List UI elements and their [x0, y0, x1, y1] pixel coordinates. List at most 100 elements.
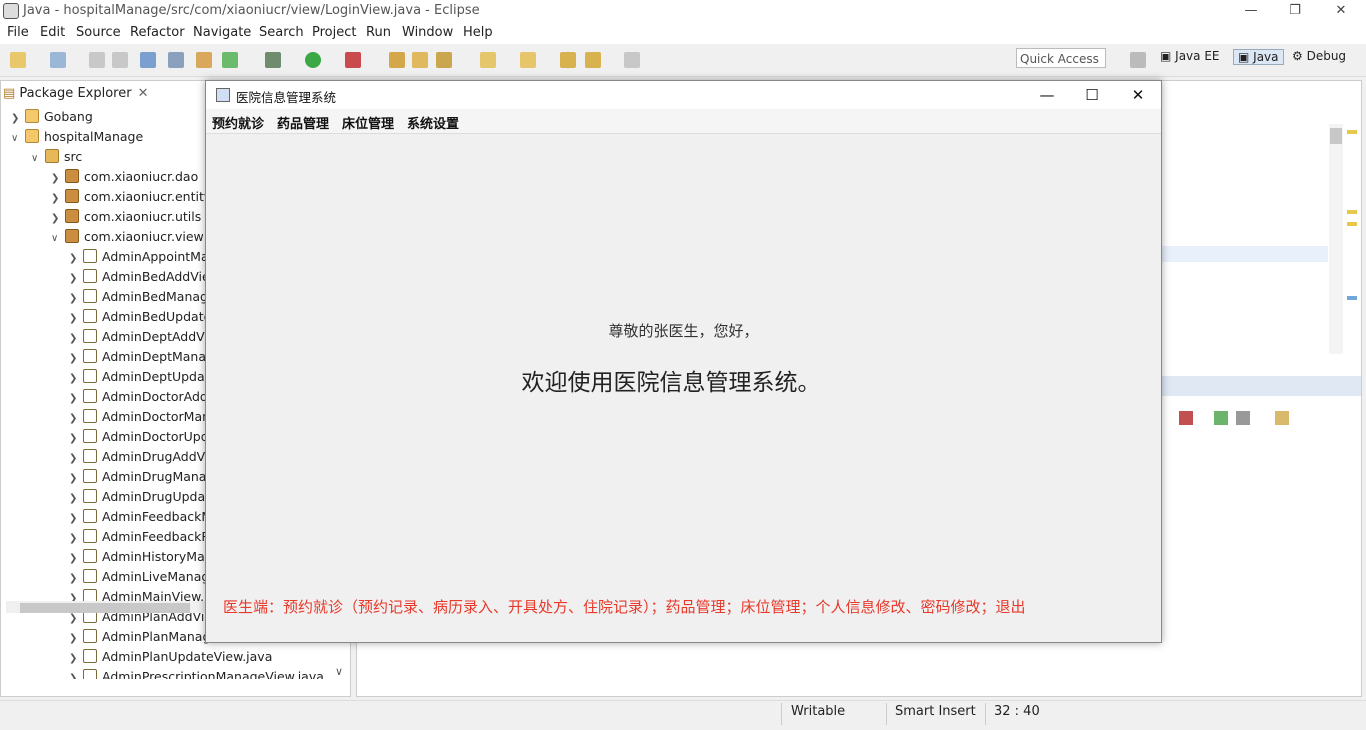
- chevron-right-icon[interactable]: ❯: [69, 549, 79, 569]
- menu-navigate[interactable]: Navigate: [193, 25, 251, 40]
- tree-item-java-file[interactable]: ❯ AdminDeptManag: [69, 347, 214, 367]
- tree-item-java-file[interactable]: ❯ AdminDoctorAdd: [69, 387, 208, 407]
- chevron-right-icon[interactable]: ❯: [11, 109, 21, 129]
- chevron-right-icon[interactable]: ❯: [69, 289, 79, 309]
- chevron-right-icon[interactable]: ❯: [69, 649, 79, 669]
- chevron-right-icon[interactable]: ❯: [69, 249, 79, 269]
- chevron-right-icon[interactable]: ❯: [69, 429, 79, 449]
- menu-file[interactable]: File: [7, 25, 29, 40]
- chevron-right-icon[interactable]: ❯: [51, 189, 61, 209]
- chevron-right-icon[interactable]: ❯: [69, 309, 79, 329]
- menu-edit[interactable]: Edit: [40, 25, 65, 40]
- chevron-right-icon[interactable]: ❯: [69, 469, 79, 489]
- chevron-right-icon[interactable]: ❯: [69, 349, 79, 369]
- open-console-icon[interactable]: [1275, 411, 1289, 425]
- open-type-icon[interactable]: [389, 52, 405, 68]
- chevron-right-icon[interactable]: ❯: [69, 529, 79, 549]
- chevron-right-icon[interactable]: ❯: [69, 369, 79, 389]
- chevron-right-icon[interactable]: ❯: [69, 269, 79, 289]
- build-icon[interactable]: [196, 52, 212, 68]
- chevron-right-icon[interactable]: ❯: [69, 669, 79, 679]
- dialog-maximize-icon[interactable]: ☐: [1077, 85, 1107, 105]
- forward-arrow-icon[interactable]: [624, 52, 640, 68]
- console-icon[interactable]: [1214, 411, 1228, 425]
- menu-source[interactable]: Source: [76, 25, 121, 40]
- menu-appointment[interactable]: 预约就诊: [212, 113, 264, 132]
- chevron-right-icon[interactable]: ❯: [69, 509, 79, 529]
- skip-breakpoints-icon[interactable]: [168, 52, 184, 68]
- open-folder-icon[interactable]: [412, 52, 428, 68]
- tree-item-java-file[interactable]: ❯ AdminPrescriptionManageView.java: [69, 667, 324, 679]
- menu-project[interactable]: Project: [312, 25, 356, 40]
- tree-item-java-file[interactable]: ❯ AdminAppointMa: [69, 247, 209, 267]
- tree-item-java-file[interactable]: ❯ AdminDoctorUpd: [69, 427, 209, 447]
- scroll-down-icon[interactable]: ∨: [335, 665, 343, 678]
- tree-item-src[interactable]: ∨ src: [31, 147, 82, 167]
- menu-run[interactable]: Run: [366, 25, 391, 40]
- save-icon[interactable]: [89, 52, 105, 68]
- tree-item-java-file[interactable]: ❯ AdminDoctorMan: [69, 407, 210, 427]
- tree-item-java-file[interactable]: ❯ AdminLiveManag: [69, 567, 209, 587]
- tree-item-java-file[interactable]: ❯ AdminHistoryMan: [69, 547, 213, 567]
- tree-item-java-file[interactable]: ❯ AdminFeedbackR: [69, 527, 210, 547]
- tree-item-java-file[interactable]: ❯ AdminBedAddVie: [69, 267, 210, 287]
- chevron-right-icon[interactable]: ❯: [69, 449, 79, 469]
- tree-item-java-file[interactable]: ❯ AdminPlanUpdateView.java: [69, 647, 272, 667]
- debug-icon[interactable]: [265, 52, 281, 68]
- new-package-icon[interactable]: [50, 52, 66, 68]
- tree-item-hospitalmanage[interactable]: ∨ hospitalManage: [11, 127, 143, 147]
- perspective-debug[interactable]: ⚙ Debug: [1292, 49, 1346, 63]
- chevron-down-icon[interactable]: ∨: [31, 149, 41, 169]
- chevron-down-icon[interactable]: ∨: [11, 129, 21, 149]
- back-arrow-icon[interactable]: [585, 52, 601, 68]
- tree-item-java-file[interactable]: ❯ AdminPlanManag: [69, 627, 210, 647]
- last-edit-icon[interactable]: [560, 52, 576, 68]
- refresh-icon[interactable]: [222, 52, 238, 68]
- remove-launch-icon[interactable]: [1179, 411, 1193, 425]
- tree-item-java-file[interactable]: ❯ AdminFeedbackM: [69, 507, 212, 527]
- tree-item-gobang[interactable]: ❯ Gobang: [11, 107, 93, 127]
- chevron-right-icon[interactable]: ❯: [51, 169, 61, 189]
- dialog-minimize-icon[interactable]: —: [1032, 85, 1062, 105]
- display-icon[interactable]: [1236, 411, 1250, 425]
- tree-item-java-file[interactable]: ❯ AdminDrugMana: [69, 467, 206, 487]
- menu-window[interactable]: Window: [402, 25, 453, 40]
- chevron-right-icon[interactable]: ❯: [69, 569, 79, 589]
- editor-vscroll-thumb[interactable]: [1330, 128, 1342, 144]
- annotation-up-icon[interactable]: [520, 52, 536, 68]
- open-perspective-icon[interactable]: [1130, 52, 1146, 68]
- perspective-java-ee[interactable]: ▣ Java EE: [1160, 49, 1219, 63]
- quick-access-input[interactable]: Quick Access: [1016, 48, 1106, 68]
- run-icon[interactable]: [305, 52, 321, 68]
- tree-item-java-file[interactable]: ❯ AdminDeptAddVi: [69, 327, 208, 347]
- terminal-icon[interactable]: [140, 52, 156, 68]
- tree-item-java-file[interactable]: ❯ AdminDeptUpdat: [69, 367, 210, 387]
- chevron-right-icon[interactable]: ❯: [69, 629, 79, 649]
- chevron-down-icon[interactable]: ∨: [51, 229, 61, 249]
- tree-item-package[interactable]: ❯ com.xiaoniucr.entity: [51, 187, 211, 207]
- close-icon[interactable]: ✕: [1318, 0, 1364, 22]
- chevron-right-icon[interactable]: ❯: [69, 329, 79, 349]
- restore-icon[interactable]: ❐: [1272, 0, 1318, 22]
- chevron-right-icon[interactable]: ❯: [69, 409, 79, 429]
- menu-refactor[interactable]: Refactor: [130, 25, 185, 40]
- menu-search[interactable]: Search: [259, 25, 304, 40]
- editor-vscroll[interactable]: [1329, 124, 1343, 354]
- chevron-right-icon[interactable]: ❯: [69, 489, 79, 509]
- save-all-icon[interactable]: [112, 52, 128, 68]
- menu-bed-management[interactable]: 床位管理: [342, 113, 394, 132]
- dialog-close-icon[interactable]: ✕: [1123, 85, 1153, 105]
- menu-system-settings[interactable]: 系统设置: [407, 113, 459, 132]
- edit-pen-icon[interactable]: [436, 52, 452, 68]
- package-explorer-hscroll-thumb[interactable]: [20, 603, 190, 613]
- minimize-icon[interactable]: —: [1228, 0, 1274, 22]
- tab-package-explorer[interactable]: ▤ Package Explorer ✕: [3, 83, 193, 105]
- close-tab-icon[interactable]: ✕: [138, 86, 149, 101]
- perspective-java[interactable]: ▣ Java: [1233, 49, 1284, 65]
- coverage-icon[interactable]: [345, 52, 361, 68]
- tree-item-package[interactable]: ∨ com.xiaoniucr.view: [51, 227, 204, 247]
- new-icon[interactable]: [10, 52, 26, 68]
- tree-item-java-file[interactable]: ❯ AdminDrugAddVi: [69, 447, 208, 467]
- annotation-down-icon[interactable]: [480, 52, 496, 68]
- menu-help[interactable]: Help: [463, 25, 493, 40]
